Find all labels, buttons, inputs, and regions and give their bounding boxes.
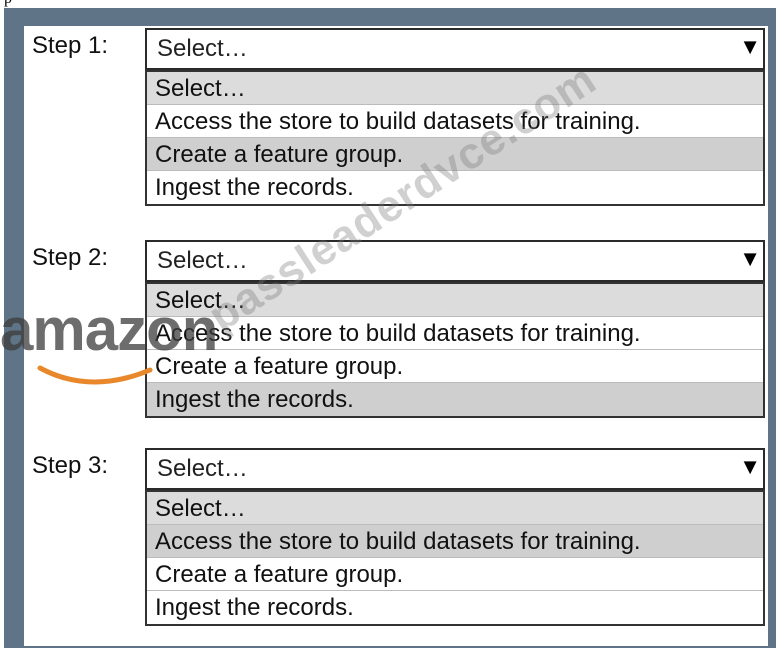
step-3-dropdown[interactable]: Select… ▼ [145, 448, 765, 490]
question-frame: Step 1: Select… ▼ Select… Access the sto… [4, 8, 776, 648]
step-2-option[interactable]: Ingest the records. [147, 383, 763, 416]
chevron-down-icon: ▼ [739, 246, 761, 271]
step-1-option[interactable]: Create a feature group. [147, 138, 763, 171]
steps-panel: Step 1: Select… ▼ Select… Access the sto… [24, 26, 768, 646]
step-1-dropdown[interactable]: Select… ▼ [145, 28, 765, 70]
step-2-option[interactable]: Access the store to build datasets for t… [147, 317, 763, 350]
step-1-option[interactable]: Ingest the records. [147, 171, 763, 204]
step-3-option[interactable]: Create a feature group. [147, 558, 763, 591]
step-3-option[interactable]: Access the store to build datasets for t… [147, 525, 763, 558]
step-2-dropdown[interactable]: Select… ▼ [145, 240, 765, 282]
step-1-selected-value: Select… [157, 35, 248, 62]
step-3-option[interactable]: Select… [147, 492, 763, 525]
step-1-label: Step 1: [32, 32, 109, 59]
step-2-label: Step 2: [32, 244, 109, 271]
step-2-option[interactable]: Select… [147, 284, 763, 317]
header-fragment-text: p [4, 0, 12, 8]
step-1-option-list: Select… Access the store to build datase… [145, 70, 765, 206]
chevron-down-icon: ▼ [739, 34, 761, 59]
chevron-down-icon: ▼ [739, 454, 761, 479]
step-3-label: Step 3: [32, 452, 109, 479]
step-2-selected-value: Select… [157, 247, 248, 274]
step-3-selected-value: Select… [157, 455, 248, 482]
step-2-option[interactable]: Create a feature group. [147, 350, 763, 383]
step-3-option[interactable]: Ingest the records. [147, 591, 763, 624]
step-1-option[interactable]: Select… [147, 72, 763, 105]
step-2-option-list: Select… Access the store to build datase… [145, 282, 765, 418]
step-1-option[interactable]: Access the store to build datasets for t… [147, 105, 763, 138]
step-3-option-list: Select… Access the store to build datase… [145, 490, 765, 626]
